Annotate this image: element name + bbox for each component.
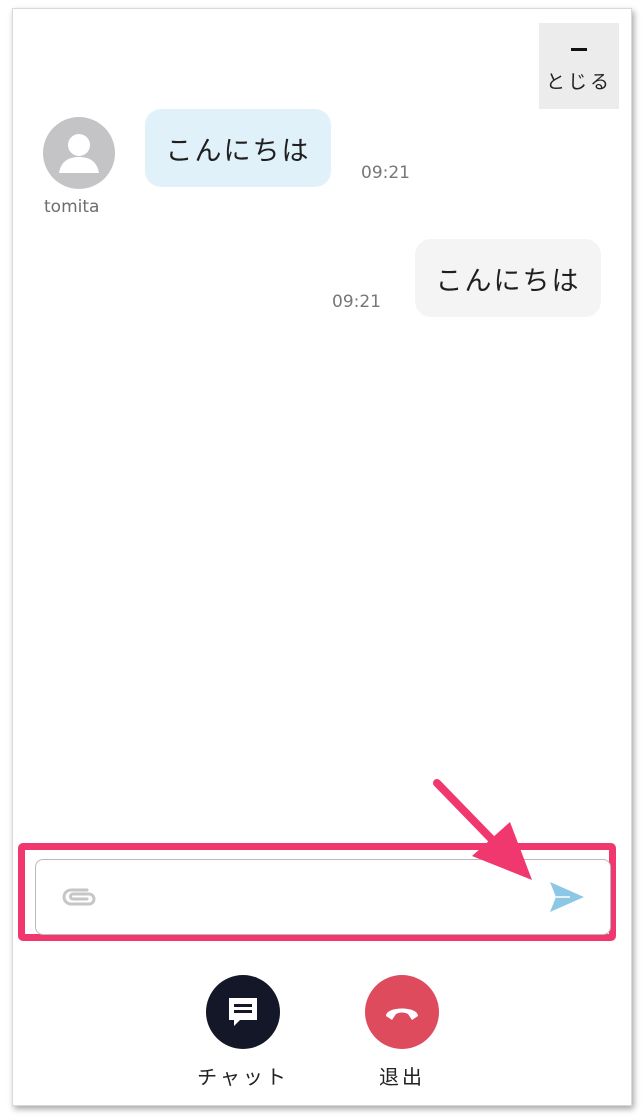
minimize-icon [571, 48, 587, 51]
chat-icon [206, 975, 280, 1049]
sender-name: tomita [44, 197, 100, 217]
send-icon[interactable] [548, 879, 586, 919]
paperclip-icon[interactable] [60, 884, 100, 914]
outgoing-message: こんにちは [415, 239, 601, 317]
close-button-label: とじる [545, 71, 612, 93]
hang-up-icon [365, 975, 439, 1049]
exit-button[interactable]: 退出 [342, 975, 462, 1095]
user-icon [59, 134, 99, 173]
message-input[interactable] [116, 874, 540, 920]
chat-button[interactable]: チャット [183, 975, 303, 1095]
message-timestamp: 09:21 [332, 292, 381, 312]
message-composer [35, 859, 611, 935]
chat-button-label: チャット [197, 1065, 289, 1089]
exit-button-label: 退出 [379, 1065, 425, 1089]
chat-window: とじる tomita こんにちは 09:21 こんにちは 09:21 チャット … [12, 8, 632, 1106]
incoming-message: こんにちは [145, 109, 331, 187]
message-timestamp: 09:21 [361, 163, 410, 183]
avatar [43, 117, 115, 189]
close-button[interactable]: とじる [539, 23, 619, 109]
